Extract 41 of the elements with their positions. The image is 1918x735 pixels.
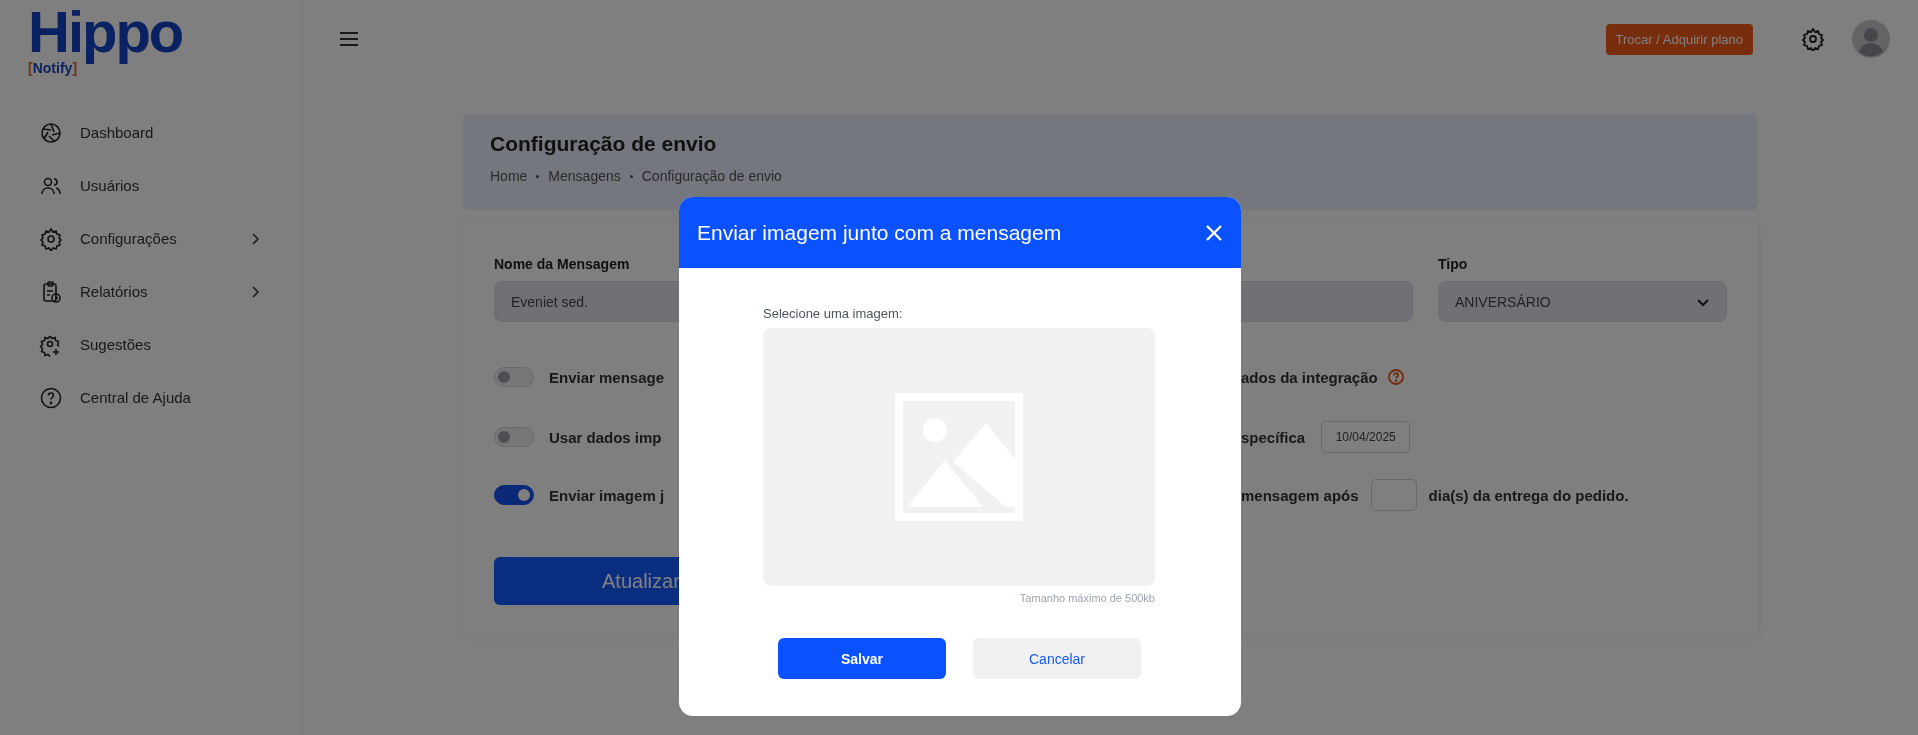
breadcrumb-item[interactable]: Home [490,168,528,184]
plan-button[interactable]: Trocar / Adquirir plano [1605,23,1753,55]
option-label: ados da integração [1241,368,1378,386]
breadcrumb-item: Configuração de envio [641,168,782,184]
settings-icon [39,226,63,251]
field-label: Selecione uma imagem: [763,306,903,321]
save-button[interactable]: Salvar [778,638,946,679]
size-hint: Tamanho máximo de 500kb [1018,592,1155,604]
sidebar-item[interactable]: Usuários [0,159,302,212]
close-icon[interactable] [1205,223,1223,242]
option-label: dia(s) da entrega do pedido. [1428,486,1629,504]
toggle-label: Enviar mensage [549,368,665,386]
sidebar-item[interactable]: Sugestões [0,318,302,371]
menu-icon[interactable] [339,31,359,47]
sidebar-item[interactable]: Central de Ajuda [0,371,302,424]
input-field[interactable] [1241,281,1413,322]
field-label: Tipo [1438,256,1469,272]
toggle-label: Enviar imagem j [549,486,665,504]
input-field[interactable] [1370,479,1417,511]
sidebar-item[interactable]: Dashboard [0,106,302,159]
date-field[interactable]: 10/04/2025 [1321,421,1411,453]
toggle-label: Usar dados imp [549,428,662,446]
toggle-switch[interactable] [494,485,534,505]
sidebar-item[interactable]: Configurações [0,212,302,265]
select-field[interactable]: ANIVERSÁRIO [1438,281,1727,322]
modal-title: Enviar imagem junto com a mensagem [697,220,1063,245]
sidebar-item[interactable]: Relatórios [0,265,302,318]
breadcrumb-item[interactable]: Mensagens [548,168,621,184]
input-field[interactable]: Eveniet sed. [494,281,679,322]
help-icon [39,385,63,410]
settings-icon[interactable] [1801,27,1825,51]
cancel-button[interactable]: Cancelar [973,638,1141,679]
page-title: Configuração de envio [490,132,718,156]
option-label: specífica [1241,428,1306,446]
field-label: Nome da Mensagem [494,256,631,272]
brand-tag: [Notify] [28,60,78,76]
option-label: mensagem após [1241,486,1359,504]
help-icon[interactable] [1387,369,1404,385]
update-button[interactable]: Atualizar [494,557,679,605]
avatar-icon[interactable] [1852,20,1890,58]
aperture-icon [39,120,63,145]
